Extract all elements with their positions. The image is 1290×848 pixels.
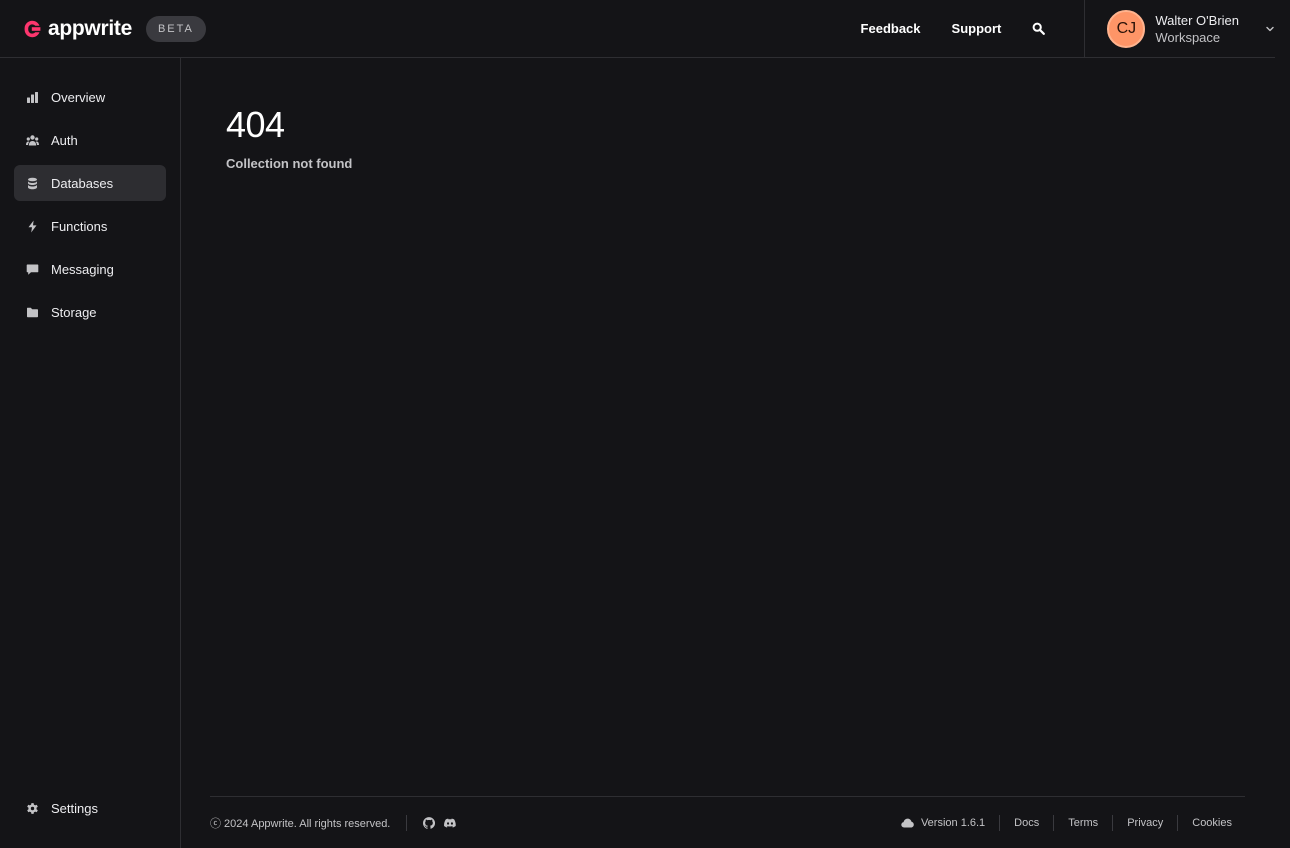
gear-icon: [26, 802, 39, 815]
sidebar-nav: Overview Auth Databases Functions Messag…: [14, 79, 166, 337]
footer-divider: [1053, 814, 1055, 831]
app-shell: appwrite BETA Feedback Support CJ Walter…: [0, 0, 1290, 848]
chart-bar-icon: [26, 91, 39, 104]
sidebar-item-settings[interactable]: Settings: [14, 790, 166, 826]
database-icon: [26, 177, 39, 190]
footer-divider: [999, 814, 1001, 831]
cloud-icon: [901, 818, 914, 827]
footer-divider: [1177, 814, 1179, 831]
users-icon: [26, 134, 39, 147]
github-link[interactable]: [423, 816, 436, 829]
sidebar-item-label: Messaging: [51, 261, 114, 277]
footer-divider: [1112, 814, 1114, 831]
sidebar-item-label: Functions: [51, 218, 108, 234]
avatar: CJ: [1107, 9, 1146, 48]
sidebar-item-overview[interactable]: Overview: [14, 79, 166, 115]
search-button[interactable]: [1032, 21, 1048, 37]
privacy-link[interactable]: Privacy: [1127, 817, 1163, 829]
sidebar: Overview Auth Databases Functions Messag…: [0, 58, 181, 848]
error-code: 404: [226, 104, 285, 145]
beta-badge: BETA: [145, 15, 206, 42]
version-text: Version 1.6.1: [920, 816, 986, 829]
sidebar-item-databases[interactable]: Databases: [14, 165, 166, 201]
discord-icon: [444, 818, 457, 827]
brand[interactable]: appwrite: [22, 17, 132, 41]
account-name: Walter O'Brien: [1155, 12, 1239, 28]
version-info: Version 1.6.1: [901, 817, 985, 829]
folder-icon: [26, 306, 39, 319]
account-organization: Workspace: [1155, 29, 1221, 45]
appwrite-logo-icon: [24, 20, 41, 37]
sidebar-item-functions[interactable]: Functions: [14, 208, 166, 244]
footer: ⓒ 2024 Appwrite. All rights reserved. Ve…: [210, 796, 1245, 848]
main-content: 404 Collection not found ⓒ 2024 Appwrite…: [181, 58, 1275, 848]
error-message: Collection not found: [226, 156, 353, 171]
feedback-link[interactable]: Feedback: [861, 21, 921, 36]
footer-divider: [406, 814, 408, 831]
docs-link[interactable]: Docs: [1014, 817, 1039, 829]
support-link[interactable]: Support: [952, 21, 1002, 36]
sidebar-settings-group: Settings: [14, 790, 166, 833]
brand-name: appwrite: [48, 16, 132, 40]
terms-link[interactable]: Terms: [1068, 817, 1098, 829]
account-text: Walter O'Brien Workspace: [1155, 12, 1239, 46]
sidebar-item-messaging[interactable]: Messaging: [14, 251, 166, 287]
sidebar-item-label: Databases: [51, 175, 114, 191]
discord-link[interactable]: [444, 817, 457, 829]
sidebar-item-label: Overview: [51, 89, 106, 105]
sidebar-item-label: Auth: [51, 132, 78, 148]
github-icon: [423, 816, 436, 829]
lightning-icon: [26, 220, 39, 233]
cookies-link[interactable]: Cookies: [1192, 817, 1232, 829]
footer-right: Version 1.6.1 Docs Terms Privacy Cookies: [901, 814, 1245, 831]
sidebar-item-label: Settings: [51, 800, 98, 816]
sidebar-item-storage[interactable]: Storage: [14, 294, 166, 330]
account-menu[interactable]: CJ Walter O'Brien Workspace: [1085, 9, 1275, 48]
top-header: appwrite BETA Feedback Support CJ Walter…: [0, 0, 1275, 58]
sidebar-item-label: Storage: [51, 304, 97, 320]
sidebar-item-auth[interactable]: Auth: [14, 122, 166, 158]
chat-icon: [26, 263, 39, 276]
chevron-down-icon: [1266, 26, 1274, 31]
copyright-text: ⓒ 2024 Appwrite. All rights reserved.: [210, 817, 391, 830]
search-icon: [1032, 22, 1046, 35]
